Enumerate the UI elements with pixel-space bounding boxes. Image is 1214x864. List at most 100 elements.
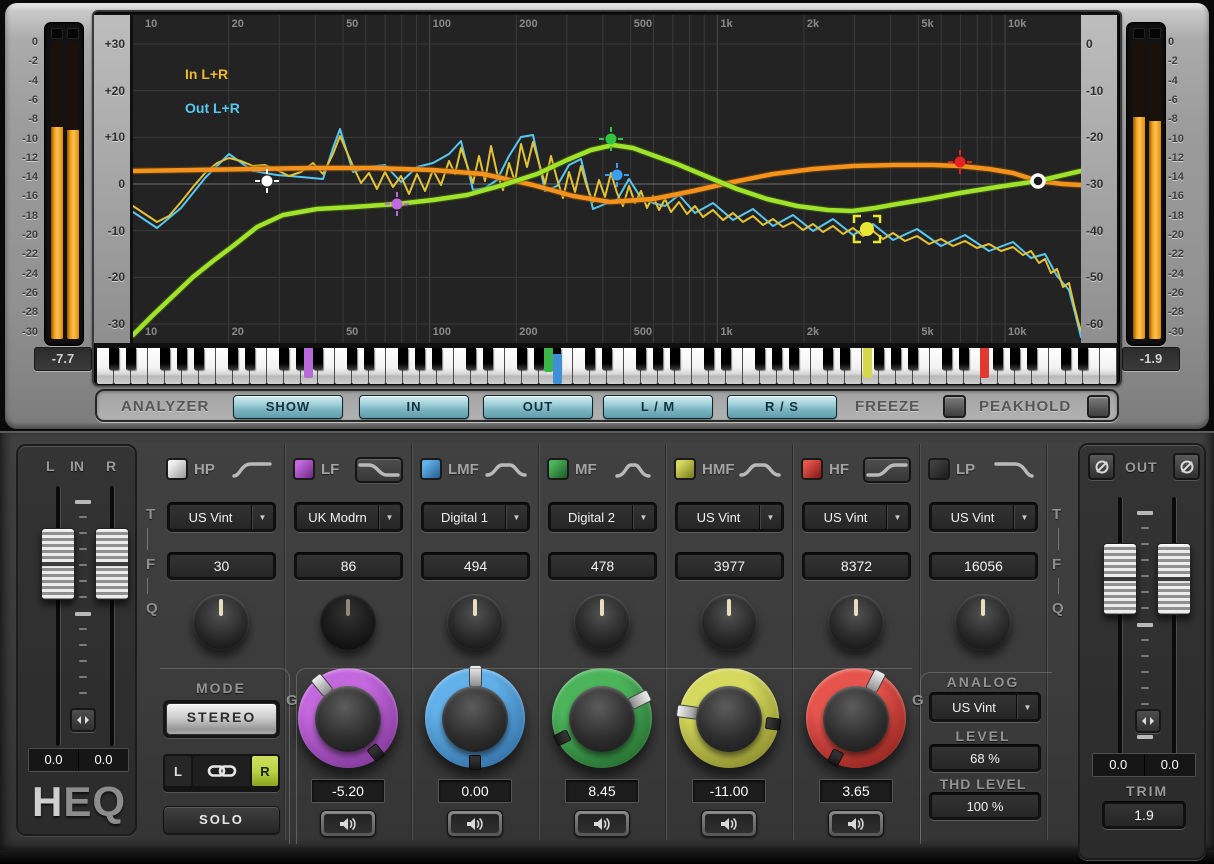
band-type-dropdown-lmf[interactable]: Digital 1▼ (421, 502, 530, 532)
black-key[interactable] (364, 348, 374, 370)
analyzer-button-rs[interactable]: R / S (727, 395, 837, 419)
output-channel-link-button[interactable] (1135, 709, 1161, 733)
band-frequency-field-hf[interactable]: 8372 (802, 552, 911, 580)
fader-handle[interactable] (1157, 543, 1191, 615)
black-key[interactable] (636, 348, 646, 370)
band-listen-button-mf[interactable] (574, 810, 630, 837)
band-type-dropdown-hp[interactable]: US Vint▼ (167, 502, 276, 532)
black-key[interactable] (840, 348, 850, 370)
black-key[interactable] (755, 348, 765, 370)
analyzer-button-out[interactable]: OUT (483, 395, 593, 419)
band-gain-knob-mf[interactable] (552, 668, 652, 768)
key-marker-mf[interactable] (544, 348, 553, 372)
band-color-swatch-hmf[interactable] (674, 458, 696, 480)
phase-left-button[interactable] (1088, 453, 1115, 480)
black-key[interactable] (602, 348, 612, 370)
band-color-swatch-lmf[interactable] (420, 458, 442, 480)
band-listen-button-hf[interactable] (828, 810, 884, 837)
black-key[interactable] (789, 348, 799, 370)
analyzer-button-show[interactable]: SHOW (233, 395, 343, 419)
black-key[interactable] (177, 348, 187, 370)
band-type-dropdown-lf[interactable]: UK Modrn▼ (294, 502, 403, 532)
link-right-button[interactable]: R (252, 756, 278, 786)
black-key[interactable] (126, 348, 136, 370)
black-key[interactable] (194, 348, 204, 370)
eq-graph[interactable]: 1010202050501001002002005005001k1k2k2k5k… (133, 15, 1081, 343)
level-field[interactable]: 68 % (929, 744, 1041, 772)
eq-node-hmf[interactable] (854, 216, 880, 242)
eq-node-lp[interactable] (1032, 175, 1044, 187)
black-key[interactable] (874, 348, 884, 370)
black-key[interactable] (160, 348, 170, 370)
analyzer-button-lm[interactable]: L / M (603, 395, 713, 419)
black-key[interactable] (534, 348, 544, 370)
band-frequency-field-lf[interactable]: 86 (294, 552, 403, 580)
piano-keyboard[interactable] (97, 348, 1117, 385)
band-color-swatch-mf[interactable] (547, 458, 569, 480)
black-key[interactable] (347, 348, 357, 370)
black-key[interactable] (466, 348, 476, 370)
band-q-knob-lp[interactable] (955, 594, 1011, 650)
black-key[interactable] (704, 348, 714, 370)
key-marker-hf[interactable] (980, 348, 989, 378)
black-key[interactable] (670, 348, 680, 370)
black-key[interactable] (585, 348, 595, 370)
black-key[interactable] (109, 348, 119, 370)
peakhold-checkbox[interactable] (1087, 395, 1110, 418)
black-key[interactable] (908, 348, 918, 370)
black-key[interactable] (483, 348, 493, 370)
black-key[interactable] (823, 348, 833, 370)
band-gain-knob-lmf[interactable] (425, 668, 525, 768)
eq-node-hf[interactable] (948, 150, 972, 174)
link-left-button[interactable]: L (165, 756, 191, 786)
black-key[interactable] (1010, 348, 1020, 370)
black-key[interactable] (398, 348, 408, 370)
band-color-swatch-hf[interactable] (801, 458, 823, 480)
black-key[interactable] (959, 348, 969, 370)
band-q-knob-hmf[interactable] (701, 594, 757, 650)
black-key[interactable] (942, 348, 952, 370)
black-key[interactable] (517, 348, 527, 370)
band-listen-button-lmf[interactable] (447, 810, 503, 837)
band-listen-button-hmf[interactable] (701, 810, 757, 837)
black-key[interactable] (721, 348, 731, 370)
band-gain-knob-lf[interactable] (298, 668, 398, 768)
black-key[interactable] (1027, 348, 1037, 370)
band-color-swatch-lp[interactable] (928, 458, 950, 480)
band-frequency-field-hmf[interactable]: 3977 (675, 552, 784, 580)
black-key[interactable] (1078, 348, 1088, 370)
analyzer-button-in[interactable]: IN (359, 395, 469, 419)
band-type-dropdown-hmf[interactable]: US Vint▼ (675, 502, 784, 532)
black-key[interactable] (313, 348, 323, 370)
band-type-dropdown-mf[interactable]: Digital 2▼ (548, 502, 657, 532)
black-key[interactable] (653, 348, 663, 370)
black-key[interactable] (245, 348, 255, 370)
band-shape-button-hf[interactable] (863, 457, 911, 483)
black-key[interactable] (993, 348, 1003, 370)
black-key[interactable] (772, 348, 782, 370)
black-key[interactable] (891, 348, 901, 370)
band-color-swatch-hp[interactable] (166, 458, 188, 480)
band-gain-knob-hf[interactable] (806, 668, 906, 768)
band-gain-knob-hmf[interactable] (679, 668, 779, 768)
key-marker-lmf[interactable] (553, 354, 562, 384)
band-q-knob-lmf[interactable] (447, 594, 503, 650)
band-type-dropdown-lp[interactable]: US Vint▼ (929, 502, 1038, 532)
eq-node-lf[interactable] (385, 192, 409, 216)
black-key[interactable] (228, 348, 238, 370)
black-key[interactable] (279, 348, 289, 370)
freeze-checkbox[interactable] (943, 395, 966, 418)
band-frequency-field-lmf[interactable]: 494 (421, 552, 530, 580)
black-key[interactable] (432, 348, 442, 370)
band-listen-button-lf[interactable] (320, 810, 376, 837)
trim-field[interactable]: 1.9 (1102, 801, 1186, 829)
band-frequency-field-lp[interactable]: 16056 (929, 552, 1038, 580)
key-marker-hmf[interactable] (863, 348, 872, 378)
solo-button[interactable]: SOLO (163, 806, 280, 834)
fader-handle[interactable] (1103, 543, 1137, 615)
input-channel-link-button[interactable] (70, 708, 96, 732)
band-type-dropdown-hf[interactable]: US Vint▼ (802, 502, 911, 532)
band-q-knob-hp[interactable] (193, 594, 249, 650)
fader-handle[interactable] (95, 528, 129, 600)
analog-type-dropdown[interactable]: US Vint▼ (929, 692, 1041, 722)
